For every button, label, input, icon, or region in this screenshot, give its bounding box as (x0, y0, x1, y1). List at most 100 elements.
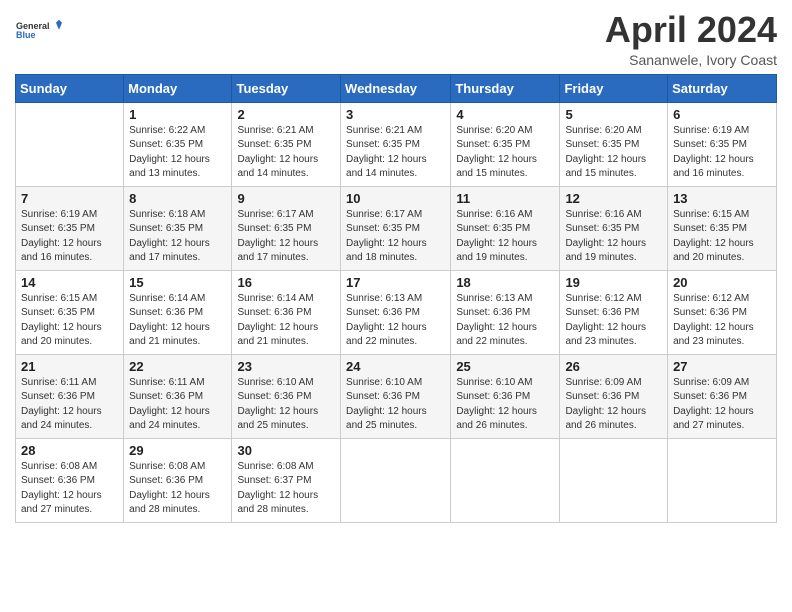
title-block: April 2024 Sananwele, Ivory Coast (605, 10, 777, 68)
day-number: 15 (129, 275, 226, 290)
day-number: 2 (237, 107, 335, 122)
calendar-day-cell (668, 438, 777, 522)
calendar-day-cell: 29 Sunrise: 6:08 AMSunset: 6:36 PMDayligh… (124, 438, 232, 522)
day-number: 13 (673, 191, 771, 206)
day-info: Sunrise: 6:15 AMSunset: 6:35 PMDaylight:… (21, 292, 118, 350)
calendar-day-header: Sunday (16, 74, 124, 102)
day-info: Sunrise: 6:19 AMSunset: 6:35 PMDaylight:… (21, 208, 118, 266)
calendar-day-cell: 10 Sunrise: 6:17 AMSunset: 6:35 PMDayligh… (341, 186, 451, 270)
calendar-day-cell: 8 Sunrise: 6:18 AMSunset: 6:35 PMDaylight… (124, 186, 232, 270)
day-number: 10 (346, 191, 445, 206)
svg-text:General: General (16, 21, 50, 31)
calendar-day-header: Tuesday (232, 74, 341, 102)
header: General Blue April 2024 Sananwele, Ivory… (15, 10, 777, 68)
day-number: 27 (673, 359, 771, 374)
day-info: Sunrise: 6:08 AMSunset: 6:37 PMDaylight:… (237, 460, 335, 518)
day-number: 26 (565, 359, 662, 374)
calendar-day-header: Thursday (451, 74, 560, 102)
day-info: Sunrise: 6:17 AMSunset: 6:35 PMDaylight:… (346, 208, 445, 266)
calendar-day-cell: 15 Sunrise: 6:14 AMSunset: 6:36 PMDayligh… (124, 270, 232, 354)
day-info: Sunrise: 6:13 AMSunset: 6:36 PMDaylight:… (456, 292, 554, 350)
calendar-day-cell: 1 Sunrise: 6:22 AMSunset: 6:35 PMDaylight… (124, 102, 232, 186)
calendar-day-cell: 12 Sunrise: 6:16 AMSunset: 6:35 PMDayligh… (560, 186, 668, 270)
day-number: 11 (456, 191, 554, 206)
day-info: Sunrise: 6:10 AMSunset: 6:36 PMDaylight:… (346, 376, 445, 434)
day-number: 8 (129, 191, 226, 206)
calendar-week-row: 7 Sunrise: 6:19 AMSunset: 6:35 PMDaylight… (16, 186, 777, 270)
day-info: Sunrise: 6:12 AMSunset: 6:36 PMDaylight:… (565, 292, 662, 350)
day-number: 9 (237, 191, 335, 206)
calendar-day-cell: 23 Sunrise: 6:10 AMSunset: 6:36 PMDayligh… (232, 354, 341, 438)
day-info: Sunrise: 6:16 AMSunset: 6:35 PMDaylight:… (565, 208, 662, 266)
day-number: 21 (21, 359, 118, 374)
day-info: Sunrise: 6:09 AMSunset: 6:36 PMDaylight:… (565, 376, 662, 434)
day-number: 25 (456, 359, 554, 374)
day-number: 18 (456, 275, 554, 290)
logo-svg: General Blue (15, 10, 65, 50)
calendar-day-cell: 24 Sunrise: 6:10 AMSunset: 6:36 PMDayligh… (341, 354, 451, 438)
calendar-day-cell: 27Sunrise: 6:09 AMSunset: 6:36 PMDayligh… (668, 354, 777, 438)
calendar-day-cell: 14Sunrise: 6:15 AMSunset: 6:35 PMDayligh… (16, 270, 124, 354)
calendar-day-cell: 11 Sunrise: 6:16 AMSunset: 6:35 PMDayligh… (451, 186, 560, 270)
day-number: 12 (565, 191, 662, 206)
day-info: Sunrise: 6:14 AMSunset: 6:36 PMDaylight:… (129, 292, 226, 350)
calendar-day-header: Friday (560, 74, 668, 102)
logo: General Blue (15, 10, 65, 50)
day-number: 6 (673, 107, 771, 122)
subtitle: Sananwele, Ivory Coast (605, 52, 777, 68)
day-info: Sunrise: 6:11 AMSunset: 6:36 PMDaylight:… (21, 376, 118, 434)
day-info: Sunrise: 6:08 AMSunset: 6:36 PMDaylight:… (129, 460, 226, 518)
calendar-day-cell (16, 102, 124, 186)
calendar-day-cell (451, 438, 560, 522)
calendar-day-cell: 18 Sunrise: 6:13 AMSunset: 6:36 PMDayligh… (451, 270, 560, 354)
calendar-day-cell: 3Sunrise: 6:21 AMSunset: 6:35 PMDaylight… (341, 102, 451, 186)
day-info: Sunrise: 6:21 AMSunset: 6:35 PMDaylight:… (237, 124, 335, 182)
day-number: 4 (456, 107, 554, 122)
calendar-day-cell (560, 438, 668, 522)
calendar-day-cell: 28Sunrise: 6:08 AMSunset: 6:36 PMDayligh… (16, 438, 124, 522)
calendar-week-row: 1 Sunrise: 6:22 AMSunset: 6:35 PMDaylight… (16, 102, 777, 186)
calendar-day-cell: 30 Sunrise: 6:08 AMSunset: 6:37 PMDayligh… (232, 438, 341, 522)
calendar-day-cell: 4Sunrise: 6:20 AMSunset: 6:35 PMDaylight… (451, 102, 560, 186)
calendar-day-cell: 17Sunrise: 6:13 AMSunset: 6:36 PMDayligh… (341, 270, 451, 354)
day-info: Sunrise: 6:08 AMSunset: 6:36 PMDaylight:… (21, 460, 118, 518)
day-info: Sunrise: 6:10 AMSunset: 6:36 PMDaylight:… (237, 376, 335, 434)
day-number: 1 (129, 107, 226, 122)
calendar-day-cell: 5Sunrise: 6:20 AMSunset: 6:35 PMDaylight… (560, 102, 668, 186)
day-number: 16 (237, 275, 335, 290)
calendar-day-cell: 6 Sunrise: 6:19 AMSunset: 6:35 PMDaylight… (668, 102, 777, 186)
day-info: Sunrise: 6:20 AMSunset: 6:35 PMDaylight:… (565, 124, 662, 182)
day-info: Sunrise: 6:11 AMSunset: 6:36 PMDaylight:… (129, 376, 226, 434)
day-number: 7 (21, 191, 118, 206)
day-info: Sunrise: 6:14 AMSunset: 6:36 PMDaylight:… (237, 292, 335, 350)
day-info: Sunrise: 6:19 AMSunset: 6:35 PMDaylight:… (673, 124, 771, 182)
day-number: 23 (237, 359, 335, 374)
calendar-day-header: Monday (124, 74, 232, 102)
calendar-day-cell (341, 438, 451, 522)
day-info: Sunrise: 6:21 AMSunset: 6:35 PMDaylight:… (346, 124, 445, 182)
day-info: Sunrise: 6:12 AMSunset: 6:36 PMDaylight:… (673, 292, 771, 350)
day-number: 17 (346, 275, 445, 290)
day-number: 20 (673, 275, 771, 290)
day-number: 22 (129, 359, 226, 374)
day-info: Sunrise: 6:18 AMSunset: 6:35 PMDaylight:… (129, 208, 226, 266)
day-number: 29 (129, 443, 226, 458)
day-info: Sunrise: 6:16 AMSunset: 6:35 PMDaylight:… (456, 208, 554, 266)
day-info: Sunrise: 6:17 AMSunset: 6:35 PMDaylight:… (237, 208, 335, 266)
calendar-day-cell: 13Sunrise: 6:15 AMSunset: 6:35 PMDayligh… (668, 186, 777, 270)
svg-text:Blue: Blue (16, 30, 36, 40)
day-number: 24 (346, 359, 445, 374)
day-number: 30 (237, 443, 335, 458)
day-number: 19 (565, 275, 662, 290)
page: General Blue April 2024 Sananwele, Ivory… (0, 0, 792, 612)
calendar-day-cell: 7 Sunrise: 6:19 AMSunset: 6:35 PMDaylight… (16, 186, 124, 270)
calendar-week-row: 14Sunrise: 6:15 AMSunset: 6:35 PMDayligh… (16, 270, 777, 354)
calendar-week-row: 28Sunrise: 6:08 AMSunset: 6:36 PMDayligh… (16, 438, 777, 522)
calendar-day-header: Wednesday (341, 74, 451, 102)
calendar-day-cell: 19 Sunrise: 6:12 AMSunset: 6:36 PMDayligh… (560, 270, 668, 354)
calendar-day-cell: 25 Sunrise: 6:10 AMSunset: 6:36 PMDayligh… (451, 354, 560, 438)
calendar-day-cell: 20 Sunrise: 6:12 AMSunset: 6:36 PMDayligh… (668, 270, 777, 354)
calendar-header-row: SundayMondayTuesdayWednesdayThursdayFrid… (16, 74, 777, 102)
day-info: Sunrise: 6:22 AMSunset: 6:35 PMDaylight:… (129, 124, 226, 182)
day-info: Sunrise: 6:10 AMSunset: 6:36 PMDaylight:… (456, 376, 554, 434)
